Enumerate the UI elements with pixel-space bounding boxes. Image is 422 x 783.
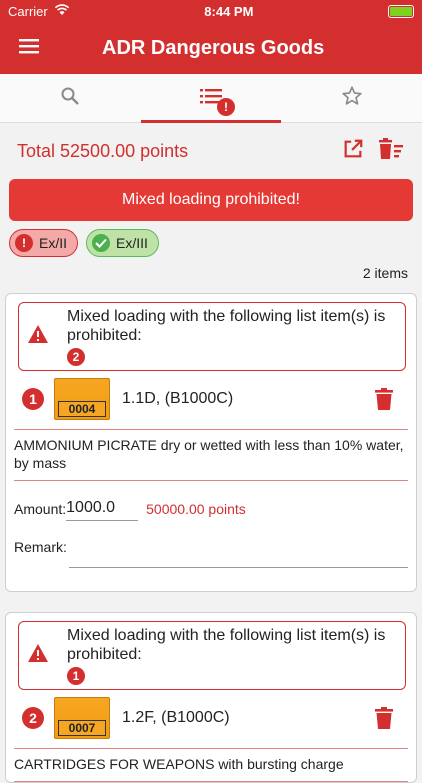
star-icon [341, 85, 363, 112]
app-bar: ADR Dangerous Goods [0, 22, 422, 74]
amount-label: Amount: [14, 501, 67, 517]
warning-text: Mixed loading with the following list it… [67, 308, 386, 344]
alert-badge: ! [217, 98, 235, 116]
total-points: Total 52500.00 points [17, 140, 189, 161]
remark-row: Remark: [14, 537, 408, 591]
warning-icon [27, 643, 49, 668]
item-number: 2 [22, 707, 44, 729]
un-number: 0004 [58, 401, 106, 417]
amount-input[interactable]: 1000.0 [66, 499, 139, 521]
chip-label: Ex/III [116, 235, 148, 251]
status-bar: Carrier 8:44 PM [0, 0, 422, 22]
carrier-label: Carrier [8, 3, 48, 19]
orange-plate: 0004 [54, 378, 110, 420]
delete-item-button[interactable] [364, 388, 404, 410]
error-icon: ! [15, 234, 33, 252]
mixed-loading-warning: Mixed loading with the following list it… [18, 302, 406, 371]
item-points: 50000.00 points [146, 501, 246, 517]
check-icon [92, 234, 111, 252]
hamburger-icon [19, 38, 39, 59]
top-bar: Carrier 8:44 PM ADR Dangerous Goods [0, 0, 422, 74]
item-header: 1 0004 1.1D, (B1000C) [14, 371, 408, 427]
chip-label: Ex/II [39, 235, 68, 251]
warning-icon [27, 324, 49, 349]
remark-label: Remark: [14, 539, 67, 555]
remark-input[interactable] [68, 545, 408, 568]
conflict-badge[interactable]: 1 [67, 667, 85, 685]
app-title: ADR Dangerous Goods [102, 36, 325, 59]
amount-row: Amount: 1000.0 50000.00 points [14, 481, 408, 537]
trash-icon [375, 707, 393, 729]
chip-ex-iii[interactable]: Ex/III [86, 229, 159, 257]
classification-code: 1.2F, (B1000C) [122, 709, 230, 726]
menu-button[interactable] [0, 38, 58, 59]
mixed-loading-banner[interactable]: Mixed loading prohibited! [9, 179, 413, 221]
delete-item-button[interactable] [364, 707, 404, 729]
wifi-icon [54, 3, 70, 19]
conflict-badge[interactable]: 2 [67, 348, 85, 366]
un-number: 0007 [58, 720, 106, 736]
battery-icon [388, 4, 414, 18]
list-item: Mixed loading with the following list it… [5, 293, 417, 592]
tab-favorites[interactable] [281, 74, 422, 122]
item-count: 2 items [362, 265, 408, 281]
warning-text: Mixed loading with the following list it… [67, 627, 386, 663]
export-icon[interactable] [342, 138, 364, 165]
summary-row: Total 52500.00 points [0, 123, 422, 179]
classification-code: 1.1D, (B1000C) [122, 390, 234, 407]
tab-search[interactable] [0, 74, 141, 122]
tab-list[interactable]: ! [140, 74, 282, 123]
item-header: 2 0007 1.2F, (B1000C) [14, 690, 408, 746]
mixed-loading-warning: Mixed loading with the following list it… [18, 621, 406, 690]
item-description: AMMONIUM PICRATE dry or wetted with less… [14, 429, 408, 481]
tab-bar: ! [0, 74, 422, 123]
chip-ex-ii[interactable]: ! Ex/II [9, 229, 79, 257]
search-icon [60, 86, 80, 111]
orange-plate: 0007 [54, 697, 110, 739]
class-chips: ! Ex/II Ex/III [0, 221, 422, 257]
list-item: Mixed loading with the following list it… [5, 612, 417, 783]
clock: 8:44 PM [204, 3, 254, 19]
trash-icon [375, 388, 393, 410]
clear-list-icon[interactable] [378, 137, 404, 165]
item-description: CARTRIDGES FOR WEAPONS with bursting cha… [14, 748, 408, 782]
item-number: 1 [22, 388, 44, 410]
